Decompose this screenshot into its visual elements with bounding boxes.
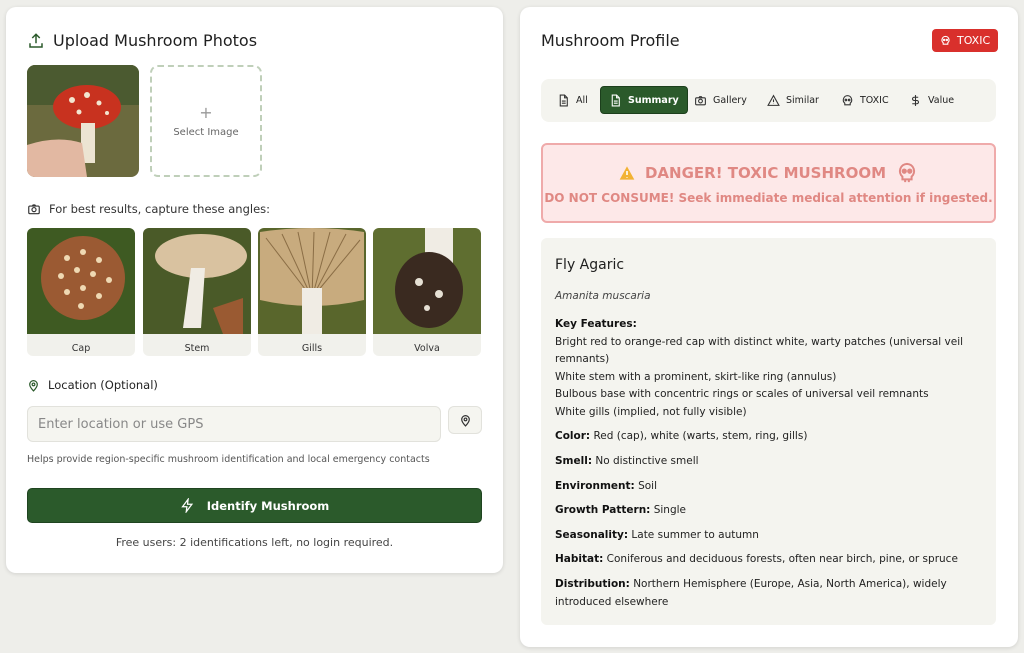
attribute-value: Single <box>653 504 686 516</box>
attribute-value: Soil <box>638 480 657 492</box>
angles-hint-text: For best results, capture these angles: <box>49 202 271 216</box>
angle-card-stem[interactable]: Stem <box>143 228 251 356</box>
angle-label-cap: Cap <box>71 343 91 354</box>
plus-icon: + <box>199 102 213 122</box>
map-pin-icon <box>29 379 38 392</box>
warning-icon <box>767 94 780 106</box>
free-users-note: Free users: 2 identifications left, no l… <box>115 536 394 549</box>
location-label: Location (Optional) <box>27 378 158 392</box>
skull-icon <box>941 35 950 45</box>
attribute-distribution: Distribution: Northern Hemisphere (Europ… <box>555 576 985 611</box>
attribute-label: Smell: <box>555 455 593 467</box>
attribute-label: Seasonality: <box>555 529 629 541</box>
scientific-name: Amanita muscaria <box>555 290 651 302</box>
attribute-label: Color: <box>555 430 591 442</box>
attribute-value: Red (cap), white (warts, stem, ring, gil… <box>593 430 808 442</box>
location-input[interactable] <box>27 406 441 442</box>
warning-icon <box>619 166 635 180</box>
gills-image <box>258 228 366 334</box>
profile-tabs: All Summary Gallery Similar TOXIC Value <box>541 79 996 122</box>
map-pin-icon <box>460 414 470 427</box>
danger-title-text: DANGER! TOXIC MUSHROOM <box>644 164 887 182</box>
tab-summary-label: Summary <box>628 94 679 106</box>
tab-similar-label: Similar <box>786 94 819 106</box>
tab-all[interactable]: All <box>549 86 596 114</box>
key-feature-item: Bright red to orange-red cap with distin… <box>555 335 964 366</box>
select-image-button[interactable]: + Select Image <box>150 65 262 177</box>
attribute-label: Distribution: <box>555 578 630 590</box>
danger-title: DANGER! TOXIC MUSHROOM <box>543 162 994 184</box>
angle-label-volva: Volva <box>414 343 440 354</box>
identify-mushroom-button[interactable]: Identify Mushroom <box>27 488 482 523</box>
skull-icon <box>842 94 853 105</box>
common-name: Fly Agaric <box>555 257 625 273</box>
attribute-seasonality: Seasonality: Late summer to autumn <box>555 527 985 545</box>
angle-card-volva[interactable]: Volva <box>373 228 481 356</box>
key-features-label: Key Features: <box>555 318 637 330</box>
camera-icon <box>28 204 40 215</box>
summary-panel: Fly Agaric Amanita muscaria Key Features… <box>541 238 996 625</box>
attribute-color: Color: Red (cap), white (warts, stem, ri… <box>555 428 985 446</box>
profile-title: Mushroom Profile <box>541 31 680 50</box>
angle-label-stem: Stem <box>184 343 210 354</box>
angle-label-gills: Gills <box>301 343 323 354</box>
tab-value-label: Value <box>928 94 955 106</box>
danger-alert: DANGER! TOXIC MUSHROOM DO NOT CONSUME! S… <box>541 143 996 223</box>
angle-card-gills[interactable]: Gills <box>258 228 366 356</box>
upload-icon <box>29 32 43 48</box>
tab-gallery[interactable]: Gallery <box>686 86 755 114</box>
camera-icon <box>695 95 706 105</box>
angle-card-cap[interactable]: Cap <box>27 228 135 356</box>
attribute-growth-pattern: Growth Pattern: Single <box>555 502 985 520</box>
attribute-label: Growth Pattern: <box>555 504 651 516</box>
key-feature-item: White gills (implied, not fully visible) <box>555 405 747 418</box>
stem-image <box>143 228 251 334</box>
location-help-text: Helps provide region-specific mushroom i… <box>27 454 430 465</box>
document-icon <box>559 94 568 106</box>
tab-value[interactable]: Value <box>901 86 962 114</box>
cap-image <box>27 228 135 334</box>
attribute-value: No distinctive smell <box>595 455 699 467</box>
danger-subtitle: DO NOT CONSUME! Seek immediate medical a… <box>544 191 993 205</box>
tab-gallery-label: Gallery <box>713 94 747 106</box>
identify-button-label: Identify Mushroom <box>206 498 330 513</box>
upload-panel: Upload Mushroom Photos + Select Image Fo… <box>6 7 503 573</box>
lightning-icon <box>180 498 193 513</box>
tab-toxic-label: TOXIC <box>860 94 889 106</box>
attribute-smell: Smell: No distinctive smell <box>555 453 985 471</box>
select-image-label: Select Image <box>173 126 239 138</box>
profile-panel: Mushroom Profile TOXIC All Summary Galle… <box>520 7 1018 647</box>
upload-title: Upload Mushroom Photos <box>53 31 258 50</box>
attribute-environment: Environment: Soil <box>555 478 985 496</box>
dollar-icon <box>912 94 919 106</box>
tab-summary[interactable]: Summary <box>600 86 688 114</box>
attribute-label: Habitat: <box>555 553 604 565</box>
skull-icon <box>898 162 916 183</box>
attribute-label: Environment: <box>555 480 635 492</box>
toxic-badge-label: TOXIC <box>957 34 991 47</box>
angles-hint: For best results, capture these angles: <box>27 202 270 216</box>
location-label-text: Location (Optional) <box>48 378 158 392</box>
toxic-badge: TOXIC <box>932 29 999 52</box>
key-feature-item: Bulbous base with concentric rings or sc… <box>555 388 929 400</box>
gps-button[interactable] <box>448 406 482 434</box>
tab-toxic[interactable]: TOXIC <box>833 86 897 114</box>
tab-all-label: All <box>576 94 588 106</box>
uploaded-photo[interactable] <box>27 65 139 177</box>
upload-header: Upload Mushroom Photos <box>27 31 257 50</box>
key-feature-item: White stem with a prominent, skirt-like … <box>555 370 837 383</box>
attribute-habitat: Habitat: Coniferous and deciduous forest… <box>555 551 985 569</box>
attribute-value: Late summer to autumn <box>631 529 759 541</box>
document-icon <box>611 94 620 106</box>
tab-similar[interactable]: Similar <box>759 86 827 114</box>
key-features: Key Features: Bright red to orange-red c… <box>555 316 985 421</box>
volva-image <box>373 228 481 334</box>
attribute-value: Coniferous and deciduous forests, often … <box>606 553 958 565</box>
